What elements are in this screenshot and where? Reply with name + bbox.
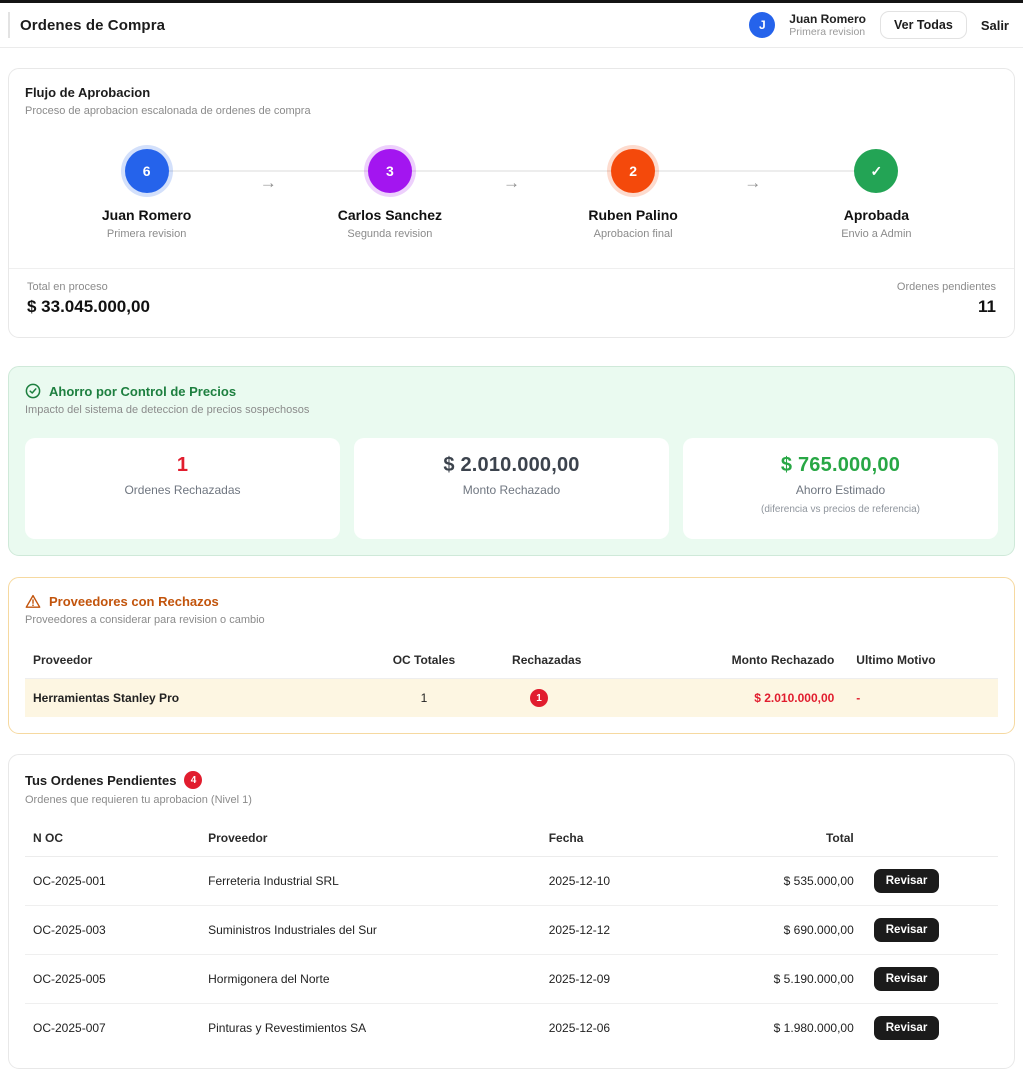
order-date: 2025-12-12 (541, 906, 755, 955)
total-en-proceso-label: Total en proceso (27, 281, 150, 293)
flow-step-juan-romero: 6 Juan Romero Primera revision (25, 149, 268, 240)
pending-orders-table: N OC Proveedor Fecha Total OC-2025-001 F… (25, 820, 998, 1052)
step-name: Carlos Sanchez (338, 207, 442, 223)
revisar-button[interactable]: Revisar (874, 1016, 940, 1040)
page-title: Ordenes de Compra (20, 17, 165, 34)
total-en-proceso-value: $ 33.045.000,00 (27, 297, 150, 317)
stat-label: Monto Rechazado (366, 483, 657, 497)
pending-orders-card: Tus Ordenes Pendientes 4 Ordenes que req… (8, 754, 1015, 1069)
ultimo-motivo-value: - (842, 679, 998, 718)
step-name: Ruben Palino (588, 207, 677, 223)
col-total: Total (755, 820, 862, 857)
order-supplier: Pinturas y Revestimientos SA (200, 1004, 541, 1053)
col-noc: N OC (25, 820, 200, 857)
step-count-badge: 2 (611, 149, 655, 193)
table-row: OC-2025-005 Hormigonera del Norte 2025-1… (25, 955, 998, 1004)
order-total: $ 1.980.000,00 (755, 1004, 862, 1053)
col-fecha: Fecha (541, 820, 755, 857)
ordenes-pendientes-label: Ordenes pendientes (897, 281, 996, 293)
order-supplier: Suministros Industriales del Sur (200, 906, 541, 955)
table-row: Herramientas Stanley Pro 1 1 $ 2.010.000… (25, 679, 998, 718)
order-supplier: Hormigonera del Norte (200, 955, 541, 1004)
stat-note: (diferencia vs precios de referencia) (695, 504, 986, 515)
order-date: 2025-12-09 (541, 955, 755, 1004)
app-header: Ordenes de Compra J Juan Romero Primera … (0, 3, 1023, 48)
order-date: 2025-12-10 (541, 857, 755, 906)
user-name: Juan Romero (789, 12, 866, 26)
oc-totales-value: 1 (356, 679, 492, 718)
savings-subtitle: Impacto del sistema de deteccion de prec… (25, 404, 998, 416)
rejected-count-badge: 1 (530, 689, 548, 707)
col-rechazadas: Rechazadas (492, 642, 706, 679)
pending-count-badge: 4 (184, 771, 202, 789)
header-divider (8, 12, 10, 38)
check-circle-icon (25, 383, 41, 399)
step-sublabel: Segunda revision (347, 228, 432, 240)
step-count-badge: 3 (368, 149, 412, 193)
table-row: OC-2025-003 Suministros Industriales del… (25, 906, 998, 955)
ver-todas-button[interactable]: Ver Todas (880, 11, 967, 39)
user-role: Primera revision (789, 26, 866, 39)
revisar-button[interactable]: Revisar (874, 967, 940, 991)
rejected-suppliers-subtitle: Proveedores a considerar para revision o… (25, 614, 998, 626)
revisar-button[interactable]: Revisar (874, 869, 940, 893)
order-number: OC-2025-001 (25, 857, 200, 906)
pending-orders-title: Tus Ordenes Pendientes (25, 773, 176, 788)
step-count-badge: 6 (125, 149, 169, 193)
col-monto-rechazado: Monto Rechazado (706, 642, 842, 679)
rejected-suppliers-card: Proveedores con Rechazos Proveedores a c… (8, 577, 1015, 734)
rechazadas-cell: 1 (492, 679, 706, 718)
order-total: $ 5.190.000,00 (755, 955, 862, 1004)
step-name: Aprobada (844, 207, 909, 223)
step-sublabel: Aprobacion final (594, 228, 673, 240)
flow-totals: Total en proceso $ 33.045.000,00 Ordenes… (9, 268, 1014, 321)
order-number: OC-2025-005 (25, 955, 200, 1004)
salir-button[interactable]: Salir (981, 18, 1009, 33)
col-oc-totales: OC Totales (356, 642, 492, 679)
col-proveedor: Proveedor (25, 642, 356, 679)
table-row: OC-2025-007 Pinturas y Revestimientos SA… (25, 1004, 998, 1053)
stat-value: $ 765.000,00 (695, 454, 986, 477)
col-ultimo-motivo: Ultimo Motivo (842, 642, 998, 679)
order-date: 2025-12-06 (541, 1004, 755, 1053)
ordenes-pendientes-value: 11 (897, 297, 996, 317)
order-total: $ 690.000,00 (755, 906, 862, 955)
flow-step-ruben-palino: 2 Ruben Palino Aprobacion final (512, 149, 755, 240)
monto-rechazado-value: $ 2.010.000,00 (706, 679, 842, 718)
step-sublabel: Primera revision (107, 228, 186, 240)
stat-label: Ordenes Rechazadas (37, 483, 328, 497)
order-total: $ 535.000,00 (755, 857, 862, 906)
table-row: OC-2025-001 Ferreteria Industrial SRL 20… (25, 857, 998, 906)
approval-flow-title: Flujo de Aprobacion (25, 85, 998, 100)
stat-monto-rechazado: $ 2.010.000,00 Monto Rechazado (354, 438, 669, 539)
stat-value: $ 2.010.000,00 (366, 454, 657, 477)
col-proveedor: Proveedor (200, 820, 541, 857)
stat-ahorro-estimado: $ 765.000,00 Ahorro Estimado (diferencia… (683, 438, 998, 539)
flow-step-aprobada: ✓ Aprobada Envio a Admin (755, 149, 998, 240)
revisar-button[interactable]: Revisar (874, 918, 940, 942)
stat-value: 1 (37, 454, 328, 477)
step-name: Juan Romero (102, 207, 191, 223)
approval-flow-card: Flujo de Aprobacion Proceso de aprobacio… (8, 68, 1015, 338)
pending-orders-subtitle: Ordenes que requieren tu aprobacion (Niv… (25, 794, 998, 806)
approval-flow: → → → 6 Juan Romero Primera revision 3 C… (25, 139, 998, 246)
savings-card: Ahorro por Control de Precios Impacto de… (8, 366, 1015, 556)
approval-flow-subtitle: Proceso de aprobacion escalonada de orde… (25, 105, 998, 117)
savings-stats: 1 Ordenes Rechazadas $ 2.010.000,00 Mont… (25, 438, 998, 539)
step-sublabel: Envio a Admin (841, 228, 911, 240)
rejected-suppliers-title: Proveedores con Rechazos (49, 594, 219, 609)
avatar[interactable]: J (749, 12, 775, 38)
savings-title: Ahorro por Control de Precios (49, 384, 236, 399)
order-supplier: Ferreteria Industrial SRL (200, 857, 541, 906)
stat-label: Ahorro Estimado (695, 483, 986, 497)
stat-ordenes-rechazadas: 1 Ordenes Rechazadas (25, 438, 340, 539)
warning-triangle-icon (25, 594, 41, 609)
supplier-name: Herramientas Stanley Pro (25, 679, 356, 718)
check-icon: ✓ (854, 149, 898, 193)
order-number: OC-2025-007 (25, 1004, 200, 1053)
rejected-suppliers-table: Proveedor OC Totales Rechazadas Monto Re… (25, 642, 998, 717)
flow-step-carlos-sanchez: 3 Carlos Sanchez Segunda revision (268, 149, 511, 240)
user-info: Juan Romero Primera revision (789, 12, 866, 39)
order-number: OC-2025-003 (25, 906, 200, 955)
